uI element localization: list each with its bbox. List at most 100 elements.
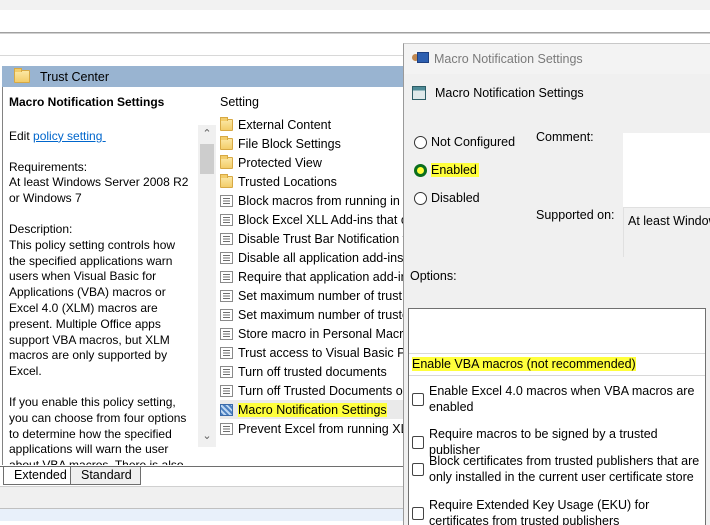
options-label: Options: xyxy=(410,269,457,283)
pane-header-title: Trust Center xyxy=(40,69,110,84)
description-title: Macro Notification Settings xyxy=(9,95,165,109)
setting-label: Turn off trusted documents xyxy=(238,364,387,379)
requirements-text: At least Windows Server 2008 R2 or Windo… xyxy=(9,175,192,206)
dialog-heading: Macro Notification Settings xyxy=(412,86,584,100)
checkbox-enable-excel4-macros[interactable]: Enable Excel 4.0 macros when VBA macros … xyxy=(412,383,702,415)
setting-policy-row[interactable]: Require that application add-ins are sig… xyxy=(220,267,405,286)
setting-folder-row[interactable]: Trusted Locations xyxy=(220,172,405,191)
radio-label: Not Configured xyxy=(431,135,516,149)
setting-folder-row[interactable]: Protected View xyxy=(220,153,405,172)
checkbox-require-eku[interactable]: Require Extended Key Usage (EKU) for cer… xyxy=(412,497,702,525)
setting-label: Macro Notification Settings xyxy=(238,402,387,417)
dropdown-selected-value: Enable VBA macros (not recommended) xyxy=(412,357,636,371)
radio-label: Disabled xyxy=(431,191,480,205)
setting-column-header[interactable]: Setting xyxy=(220,95,259,109)
description: Description: This policy setting controls… xyxy=(9,222,192,380)
dialog-heading-text: Macro Notification Settings xyxy=(435,86,584,100)
setting-label: Store macro in Personal Macro Workbook b… xyxy=(238,326,405,341)
setting-label: Disable Trust Bar Notification for unsig… xyxy=(238,231,405,246)
description-text: This policy setting controls how the spe… xyxy=(9,237,179,379)
settings-list: External Content File Block Settings Prote… xyxy=(220,115,405,438)
setting-policy-row[interactable]: Disable Trust Bar Notification for unsig… xyxy=(220,229,405,248)
toolbar-area xyxy=(0,10,710,32)
policy-setting-icon xyxy=(220,251,233,264)
checkbox-label: Block certificates from trusted publishe… xyxy=(429,454,700,484)
tab-standard[interactable]: Standard xyxy=(70,467,141,485)
policy-setting-icon xyxy=(220,308,233,321)
scroll-up-icon[interactable]: ⌃ xyxy=(201,128,213,140)
setting-label: Turn off Trusted Documents on the networ… xyxy=(238,383,405,398)
radio-circle-checked-icon[interactable] xyxy=(414,163,427,177)
setting-policy-row[interactable]: Disable all application add-ins xyxy=(220,248,405,267)
setting-policy-row[interactable]: Trust access to Visual Basic Project xyxy=(220,343,405,362)
policy-setting-icon xyxy=(220,327,233,340)
dialog-window-title: Macro Notification Settings xyxy=(434,52,583,66)
setting-label: Require that application add-ins are sig… xyxy=(238,269,405,284)
supported-on-value: At least Windows Server 2008 R2 or Windo… xyxy=(623,207,710,257)
policy-setting-icon xyxy=(220,346,233,359)
policy-settings-dialog: Macro Notification Settings Macro Notifi… xyxy=(403,43,710,525)
pane-header: Trust Center xyxy=(2,66,405,87)
folder-icon xyxy=(220,154,233,169)
checkbox-icon[interactable] xyxy=(412,435,424,449)
folder-icon xyxy=(220,135,233,150)
setting-policy-row[interactable]: Set maximum number of trusted documents xyxy=(220,305,405,324)
options-panel: Enable VBA macros (not recommended) Enab… xyxy=(408,308,706,525)
setting-policy-row[interactable]: Store macro in Personal Macro Workbook b… xyxy=(220,324,405,343)
policy-setting-icon xyxy=(412,86,426,100)
policy-setting-icon xyxy=(220,384,233,397)
policy-setting-icon xyxy=(220,422,233,435)
view-tabs: Extended Standard xyxy=(0,466,405,486)
checkbox-label: Require Extended Key Usage (EKU) for cer… xyxy=(429,498,650,525)
scroll-down-icon[interactable]: ⌄ xyxy=(201,430,213,442)
group-policy-editor-pane: Trust Center Macro Notification Settings… xyxy=(0,55,405,525)
divider xyxy=(0,32,710,34)
radio-circle-icon[interactable] xyxy=(414,191,427,205)
setting-folder-row[interactable]: External Content xyxy=(220,115,405,134)
checkbox-block-user-certificates[interactable]: Block certificates from trusted publishe… xyxy=(412,453,702,485)
comment-label: Comment: xyxy=(536,130,594,144)
description-label: Description: xyxy=(9,221,73,236)
policy-app-icon xyxy=(412,52,429,66)
radio-enabled[interactable]: Enabled xyxy=(414,162,515,178)
state-radio-group: Not Configured Enabled Disabled xyxy=(414,134,515,218)
checkbox-icon[interactable] xyxy=(412,462,424,476)
edit-prefix: Edit xyxy=(9,128,34,143)
status-bar-lower xyxy=(0,509,405,521)
radio-not-configured[interactable]: Not Configured xyxy=(414,134,515,150)
settings-pane: Setting ⌃ ⌄ External Content File Block S… xyxy=(198,87,405,479)
setting-label: Prevent Excel from running XLM macros xyxy=(238,421,405,436)
checkbox-icon[interactable] xyxy=(412,506,424,520)
setting-policy-row[interactable]: Prevent Excel from running XLM macros xyxy=(220,419,405,438)
setting-policy-row[interactable]: Block macros from running in Office file… xyxy=(220,191,405,210)
setting-policy-row[interactable]: Turn off Trusted Documents on the networ… xyxy=(220,381,405,400)
setting-label: Block macros from running in Office file… xyxy=(238,193,405,208)
requirements: Requirements: At least Windows Server 200… xyxy=(9,160,192,207)
edit-policy-link[interactable]: policy setting xyxy=(33,129,106,143)
checkbox-label: Enable Excel 4.0 macros when VBA macros … xyxy=(429,384,695,414)
top-strip xyxy=(0,0,710,10)
setting-label: Protected View xyxy=(238,155,322,170)
setting-policy-row[interactable]: Set maximum number of trust records xyxy=(220,286,405,305)
setting-label: Set maximum number of trust records xyxy=(238,288,405,303)
dialog-titlebar[interactable]: Macro Notification Settings xyxy=(404,44,710,74)
setting-policy-row[interactable]: Block Excel XLL Add-ins that come from a… xyxy=(220,210,405,229)
checkbox-icon[interactable] xyxy=(412,392,424,406)
policy-setting-icon xyxy=(220,232,233,245)
setting-policy-row[interactable]: Turn off trusted documents xyxy=(220,362,405,381)
scroll-thumb[interactable] xyxy=(200,144,214,174)
setting-label: Set maximum number of trusted documents xyxy=(238,307,405,322)
setting-label: Trusted Locations xyxy=(238,174,337,189)
macro-notification-dropdown[interactable]: Enable VBA macros (not recommended) xyxy=(409,353,705,376)
setting-label: Trust access to Visual Basic Project xyxy=(238,345,405,360)
tab-extended[interactable]: Extended xyxy=(3,467,76,485)
radio-disabled[interactable]: Disabled xyxy=(414,190,515,206)
setting-policy-row[interactable]: Macro Notification Settings xyxy=(220,400,405,419)
vertical-scrollbar[interactable]: ⌃ ⌄ xyxy=(198,125,216,447)
setting-folder-row[interactable]: File Block Settings xyxy=(220,134,405,153)
comment-textarea[interactable] xyxy=(623,133,710,211)
policy-setting-icon xyxy=(220,289,233,302)
radio-circle-icon[interactable] xyxy=(414,135,427,149)
folder-icon xyxy=(220,116,233,131)
setting-label: File Block Settings xyxy=(238,136,341,151)
